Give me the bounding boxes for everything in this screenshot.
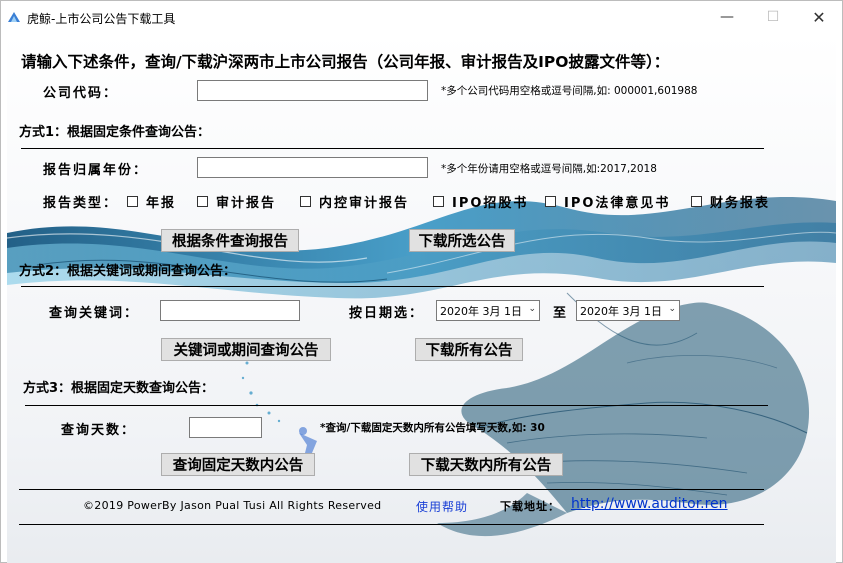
help-link[interactable]: 使用帮助 — [416, 498, 468, 515]
company-code-input[interactable] — [197, 80, 428, 101]
checkbox-label: IPO招股书 — [452, 196, 529, 211]
chevron-down-icon[interactable]: ⌄ — [528, 304, 536, 314]
app-window: 虎鲸-上市公司公告下载工具 — ☐ ✕ 请输入下述条件，查询/下载沪深两市上市公… — [0, 0, 843, 563]
date-from-picker[interactable]: 2020年 3月 1日 ⌄ — [436, 300, 540, 321]
method2-title: 方式2：根据关键词或期间查询公告： — [19, 264, 237, 279]
keyword-label: 查询关键词： — [49, 306, 140, 321]
page-heading: 请输入下述条件，查询/下载沪深两市上市公司报告（公司年报、审计报告及IPO披露文… — [21, 53, 670, 71]
download-url-link[interactable]: http://www.auditor.ren — [571, 496, 728, 512]
checkbox-label: 审计报告 — [216, 196, 277, 211]
download-all-button[interactable]: 下载所有公告 — [415, 338, 523, 361]
checkbox-label: 年报 — [146, 196, 177, 211]
date-from-value: 2020年 3月 1日 — [440, 304, 522, 318]
app-icon — [8, 12, 20, 22]
main-panel: 请输入下述条件，查询/下载沪深两市上市公司报告（公司年报、审计报告及IPO披露文… — [7, 33, 836, 563]
date-to-separator: 至 — [553, 306, 569, 321]
method1-title: 方式1：根据固定条件查询公告： — [19, 125, 211, 140]
checkbox-box[interactable] — [545, 196, 556, 207]
query-fixed-days-button[interactable]: 查询固定天数内公告 — [161, 453, 315, 476]
minimize-button[interactable]: — — [704, 1, 750, 33]
query-by-keyword-button[interactable]: 关键词或期间查询公告 — [161, 338, 331, 361]
title-bar[interactable]: 虎鲸-上市公司公告下载工具 — ☐ ✕ — [1, 1, 842, 33]
checkbox-box[interactable] — [300, 196, 311, 207]
checkbox-financial-statements[interactable]: 财务报表 — [691, 192, 770, 211]
maximize-button[interactable]: ☐ — [750, 1, 796, 33]
download-address-label: 下载地址： — [500, 500, 560, 513]
divider-2 — [21, 286, 764, 287]
close-button[interactable]: ✕ — [796, 1, 842, 33]
checkbox-annual-report[interactable]: 年报 — [127, 192, 176, 211]
divider-3 — [25, 405, 768, 406]
days-hint: *查询/下载固定天数内所有公告填写天数,如: 30 — [320, 422, 545, 434]
wave-whale-background — [7, 196, 836, 537]
report-type-label: 报告类型： — [43, 196, 119, 211]
report-year-input[interactable] — [197, 157, 428, 178]
method3-title: 方式3：根据固定天数查询公告： — [23, 381, 215, 396]
checkbox-box[interactable] — [433, 196, 444, 207]
query-by-conditions-button[interactable]: 根据条件查询报告 — [161, 229, 299, 252]
download-selected-button[interactable]: 下载所选公告 — [409, 229, 515, 252]
checkbox-box[interactable] — [127, 196, 138, 207]
company-code-label: 公司代码： — [43, 86, 119, 101]
days-input[interactable] — [189, 417, 262, 438]
date-to-value: 2020年 3月 1日 — [580, 304, 662, 318]
divider-5 — [19, 524, 764, 525]
checkbox-internal-control-audit[interactable]: 内控审计报告 — [300, 192, 409, 211]
checkbox-audit-report[interactable]: 审计报告 — [197, 192, 276, 211]
company-code-hint: *多个公司代码用空格或逗号间隔,如: 000001,601988 — [441, 85, 698, 97]
report-year-hint: *多个年份请用空格或逗号间隔,如:2017,2018 — [441, 163, 657, 175]
checkbox-box[interactable] — [197, 196, 208, 207]
date-range-label: 按日期选： — [349, 306, 425, 321]
window-title: 虎鲸-上市公司公告下载工具 — [27, 12, 176, 26]
divider-1 — [21, 148, 764, 149]
checkbox-ipo-prospectus[interactable]: IPO招股书 — [433, 192, 528, 211]
download-days-all-button[interactable]: 下载天数内所有公告 — [409, 453, 563, 476]
divider-4 — [19, 489, 764, 490]
checkbox-box[interactable] — [691, 196, 702, 207]
checkbox-label: IPO法律意见书 — [564, 196, 671, 211]
keyword-input[interactable] — [160, 300, 300, 321]
checkbox-label: 财务报表 — [710, 196, 771, 211]
copyright-text: ©2019 PowerBy Jason Pual Tusi All Rights… — [83, 499, 382, 512]
days-label: 查询天数： — [61, 423, 137, 438]
chevron-down-icon[interactable]: ⌄ — [668, 304, 676, 314]
checkbox-label: 内控审计报告 — [319, 196, 410, 211]
checkbox-ipo-legal-opinion[interactable]: IPO法律意见书 — [545, 192, 670, 211]
date-to-picker[interactable]: 2020年 3月 1日 ⌄ — [576, 300, 680, 321]
report-year-label: 报告归属年份： — [43, 163, 149, 178]
